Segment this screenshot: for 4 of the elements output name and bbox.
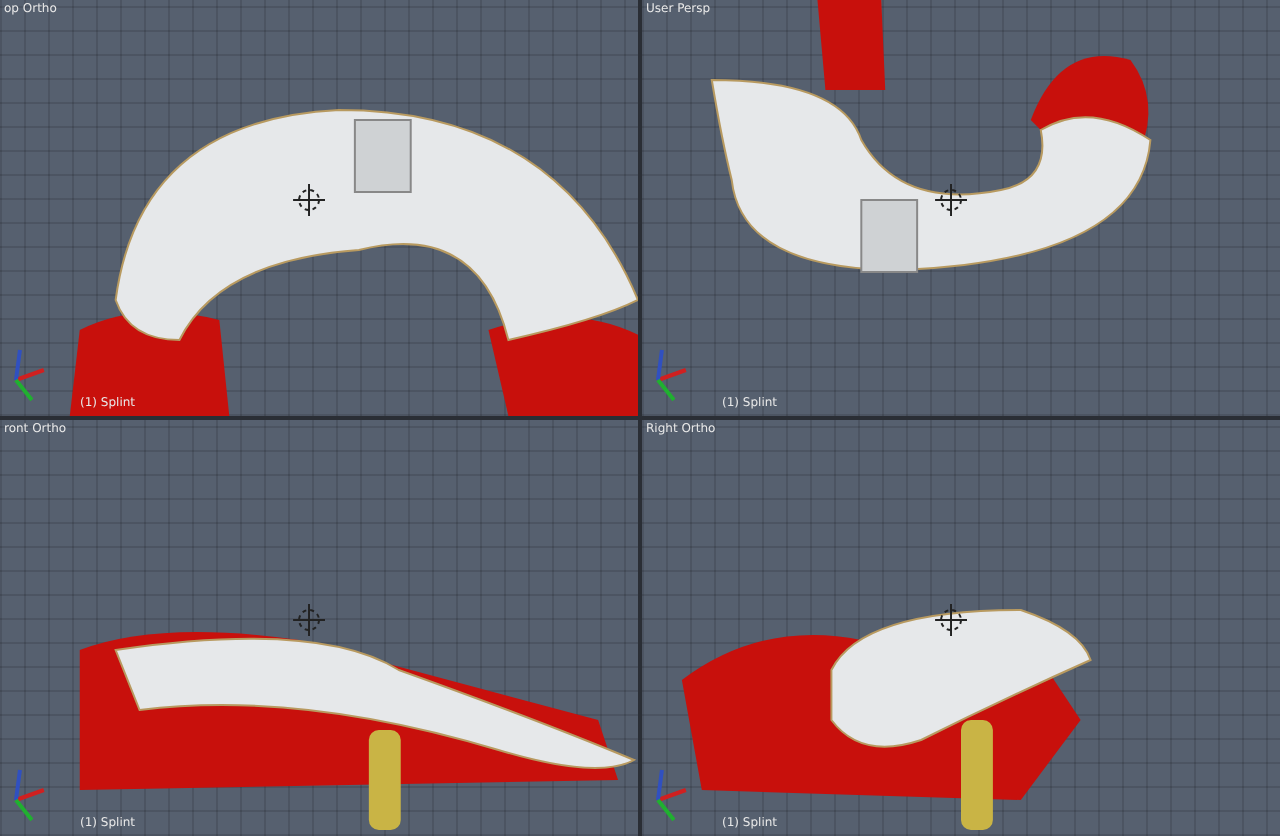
axes-icon [13,769,45,822]
axes-icon [655,769,687,822]
axes-icon [13,349,45,402]
axes-icon [655,349,687,402]
